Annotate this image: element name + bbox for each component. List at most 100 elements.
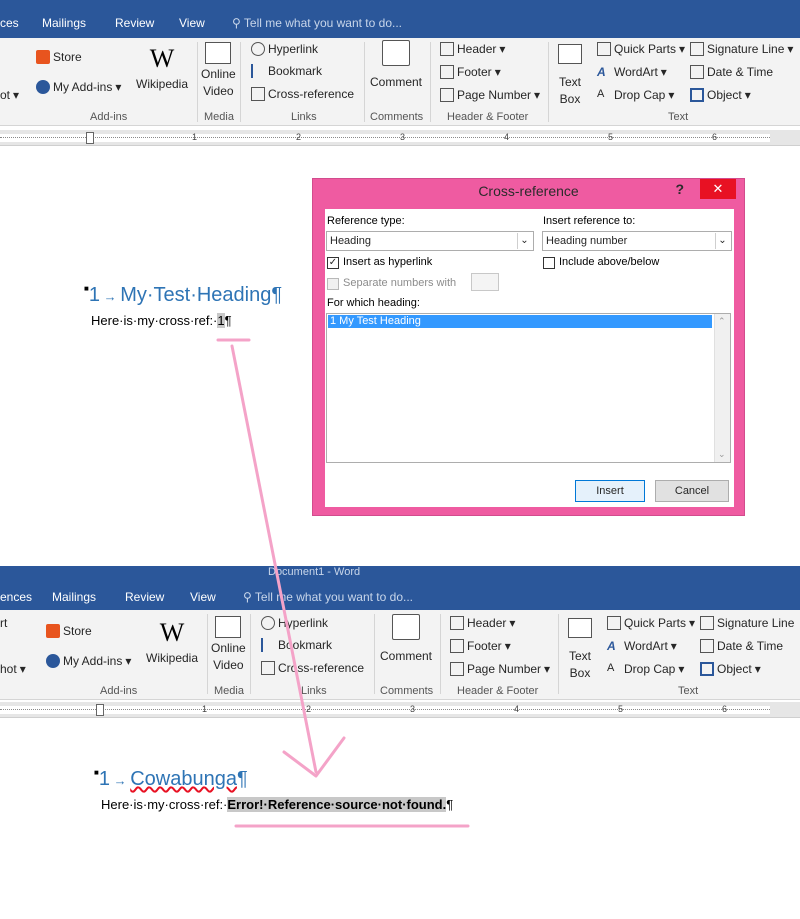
- text-box-button[interactable]: Text Box: [568, 618, 592, 680]
- header-button[interactable]: Header ▾: [450, 616, 515, 630]
- header-button[interactable]: Header ▾: [440, 42, 505, 56]
- chevron-down-icon: ⌄: [517, 233, 531, 249]
- group-label-media: Media: [214, 685, 244, 697]
- comment-icon: [382, 40, 410, 66]
- wordart-button[interactable]: A WordArt ▾: [597, 65, 667, 79]
- footer-button[interactable]: Footer ▾: [440, 65, 501, 79]
- quick-parts-icon: [607, 616, 621, 630]
- list-item[interactable]: 1 My Test Heading: [328, 315, 712, 328]
- wordart-button[interactable]: A WordArt ▾: [607, 639, 677, 653]
- insert-as-hyperlink-checkbox[interactable]: ✓: [327, 257, 339, 269]
- addins-icon: [46, 654, 60, 668]
- online-video-button[interactable]: Online Video: [201, 42, 236, 98]
- object-button[interactable]: Object ▾: [690, 88, 751, 102]
- screenshot-button-partial[interactable]: hot ▾: [0, 662, 26, 676]
- ruler-number: 5: [608, 132, 614, 142]
- cross-ref-field[interactable]: 1: [217, 313, 225, 328]
- close-button[interactable]: ✕: [700, 179, 736, 199]
- group-label-addins: Add-ins: [90, 111, 128, 123]
- cross-reference-button[interactable]: Cross-reference: [261, 661, 364, 675]
- signature-line-button[interactable]: Signature Line ▾: [690, 42, 793, 56]
- comment-button[interactable]: Comment: [380, 614, 432, 663]
- my-addins-button[interactable]: My Add-ins ▾: [36, 80, 121, 94]
- dialog-body: Reference type: Heading ⌄ Insert referen…: [325, 209, 734, 507]
- wikipedia-button[interactable]: W Wikipedia: [146, 618, 198, 665]
- insert-ribbon: ot ▾ Store My Add-ins ▾ W Wikipedia Online…: [0, 38, 800, 126]
- group-label-addins: Add-ins: [100, 685, 138, 697]
- include-above-below-checkbox[interactable]: [543, 257, 555, 269]
- footer-button[interactable]: Footer ▾: [450, 639, 511, 653]
- insert-button[interactable]: Insert: [575, 480, 645, 502]
- quick-parts-icon: [597, 42, 611, 56]
- reference-type-select[interactable]: Heading ⌄: [326, 231, 534, 251]
- object-button[interactable]: Object ▾: [700, 662, 761, 676]
- signature-line-button[interactable]: Signature Line: [700, 616, 794, 630]
- page-number-button[interactable]: Page Number ▾: [440, 88, 540, 102]
- hyperlink-button[interactable]: Hyperlink: [261, 616, 328, 630]
- tab-view[interactable]: View: [190, 590, 216, 604]
- bookmark-button[interactable]: Bookmark: [261, 638, 332, 652]
- separator-input[interactable]: [471, 273, 499, 291]
- tell-me-box[interactable]: ⚲ Tell me what you want to do...: [232, 16, 402, 30]
- store-icon: [36, 50, 50, 64]
- heading-1-my-test-heading: ■1 → My·Test·Heading¶: [84, 284, 283, 306]
- window-title: Document1 - Word: [268, 566, 361, 578]
- chevron-down-icon: ⌄: [718, 449, 726, 459]
- quick-parts-button[interactable]: Quick Parts ▾: [607, 616, 695, 630]
- cross-reference-icon: [251, 87, 265, 101]
- group-label-links: Links: [291, 111, 317, 123]
- footer-icon: [450, 639, 464, 653]
- wikipedia-button[interactable]: W Wikipedia: [136, 44, 188, 91]
- tab-review[interactable]: Review: [125, 590, 164, 604]
- hyperlink-button[interactable]: Hyperlink: [251, 42, 318, 56]
- separate-numbers-label: Separate numbers with: [343, 277, 457, 289]
- group-label-text: Text: [678, 685, 699, 697]
- cross-ref-paragraph: Here·is·my·cross·ref:·1¶: [91, 313, 232, 328]
- cross-ref-error-field[interactable]: Error!·Reference·source·not·found.: [227, 797, 447, 812]
- wordart-icon: A: [597, 65, 606, 79]
- indent-marker-icon[interactable]: [96, 704, 104, 716]
- annotation-arrow-head: [282, 736, 346, 778]
- quick-parts-button[interactable]: Quick Parts ▾: [597, 42, 685, 56]
- store-button[interactable]: Store: [46, 624, 92, 638]
- addins-icon: [36, 80, 50, 94]
- help-button[interactable]: ?: [675, 181, 684, 197]
- heading-listbox[interactable]: 1 My Test Heading ⌃ ⌄: [326, 313, 731, 463]
- tell-me-box[interactable]: ⚲ Tell me what you want to do...: [243, 590, 413, 604]
- date-time-button[interactable]: Date & Time: [690, 65, 773, 79]
- online-video-button[interactable]: Online Video: [211, 616, 246, 672]
- tab-mailings[interactable]: Mailings: [42, 16, 86, 30]
- ruler-number: 4: [504, 132, 510, 142]
- screenshot-button-partial[interactable]: rt: [0, 616, 7, 630]
- tab-references[interactable]: ences: [0, 590, 32, 604]
- drop-cap-button[interactable]: A Drop Cap ▾: [597, 88, 674, 102]
- cross-reference-button[interactable]: Cross-reference: [251, 87, 354, 101]
- my-addins-button[interactable]: My Add-ins ▾: [46, 654, 131, 668]
- header-icon: [450, 616, 464, 630]
- text-box-icon: [558, 44, 582, 64]
- horizontal-ruler: 1 2 3 4 5 6: [0, 130, 800, 146]
- drop-cap-button[interactable]: A Drop Cap ▾: [607, 662, 684, 676]
- tab-references[interactable]: ces: [0, 16, 19, 30]
- listbox-scrollbar[interactable]: ⌃ ⌄: [714, 314, 730, 462]
- tab-view[interactable]: View: [179, 16, 205, 30]
- text-box-button[interactable]: Text Box: [558, 44, 582, 106]
- page-number-button[interactable]: Page Number ▾: [450, 662, 550, 676]
- bookmark-button[interactable]: Bookmark: [251, 64, 322, 78]
- ribbon-tabs-bar: ces Mailings Review View ⚲ Tell me what …: [0, 8, 800, 38]
- drop-cap-icon: A: [597, 88, 605, 100]
- heading-number: 1: [88, 284, 100, 306]
- ruler-number: 3: [400, 132, 406, 142]
- screenshot-button-partial[interactable]: ot ▾: [0, 88, 19, 102]
- tab-review[interactable]: Review: [115, 16, 154, 30]
- indent-marker-icon[interactable]: [86, 132, 94, 144]
- tab-mailings[interactable]: Mailings: [52, 590, 96, 604]
- window-title-bar: Document1 - Word: [0, 566, 800, 580]
- store-button[interactable]: Store: [36, 50, 82, 64]
- insert-reference-select[interactable]: Heading number ⌄: [542, 231, 732, 251]
- date-time-button[interactable]: Date & Time: [700, 639, 783, 653]
- comment-button[interactable]: Comment: [370, 40, 422, 89]
- top-word-window: ces Mailings Review View ⚲ Tell me what …: [0, 0, 800, 160]
- cancel-button[interactable]: Cancel: [655, 480, 729, 502]
- separate-numbers-checkbox[interactable]: [327, 278, 339, 290]
